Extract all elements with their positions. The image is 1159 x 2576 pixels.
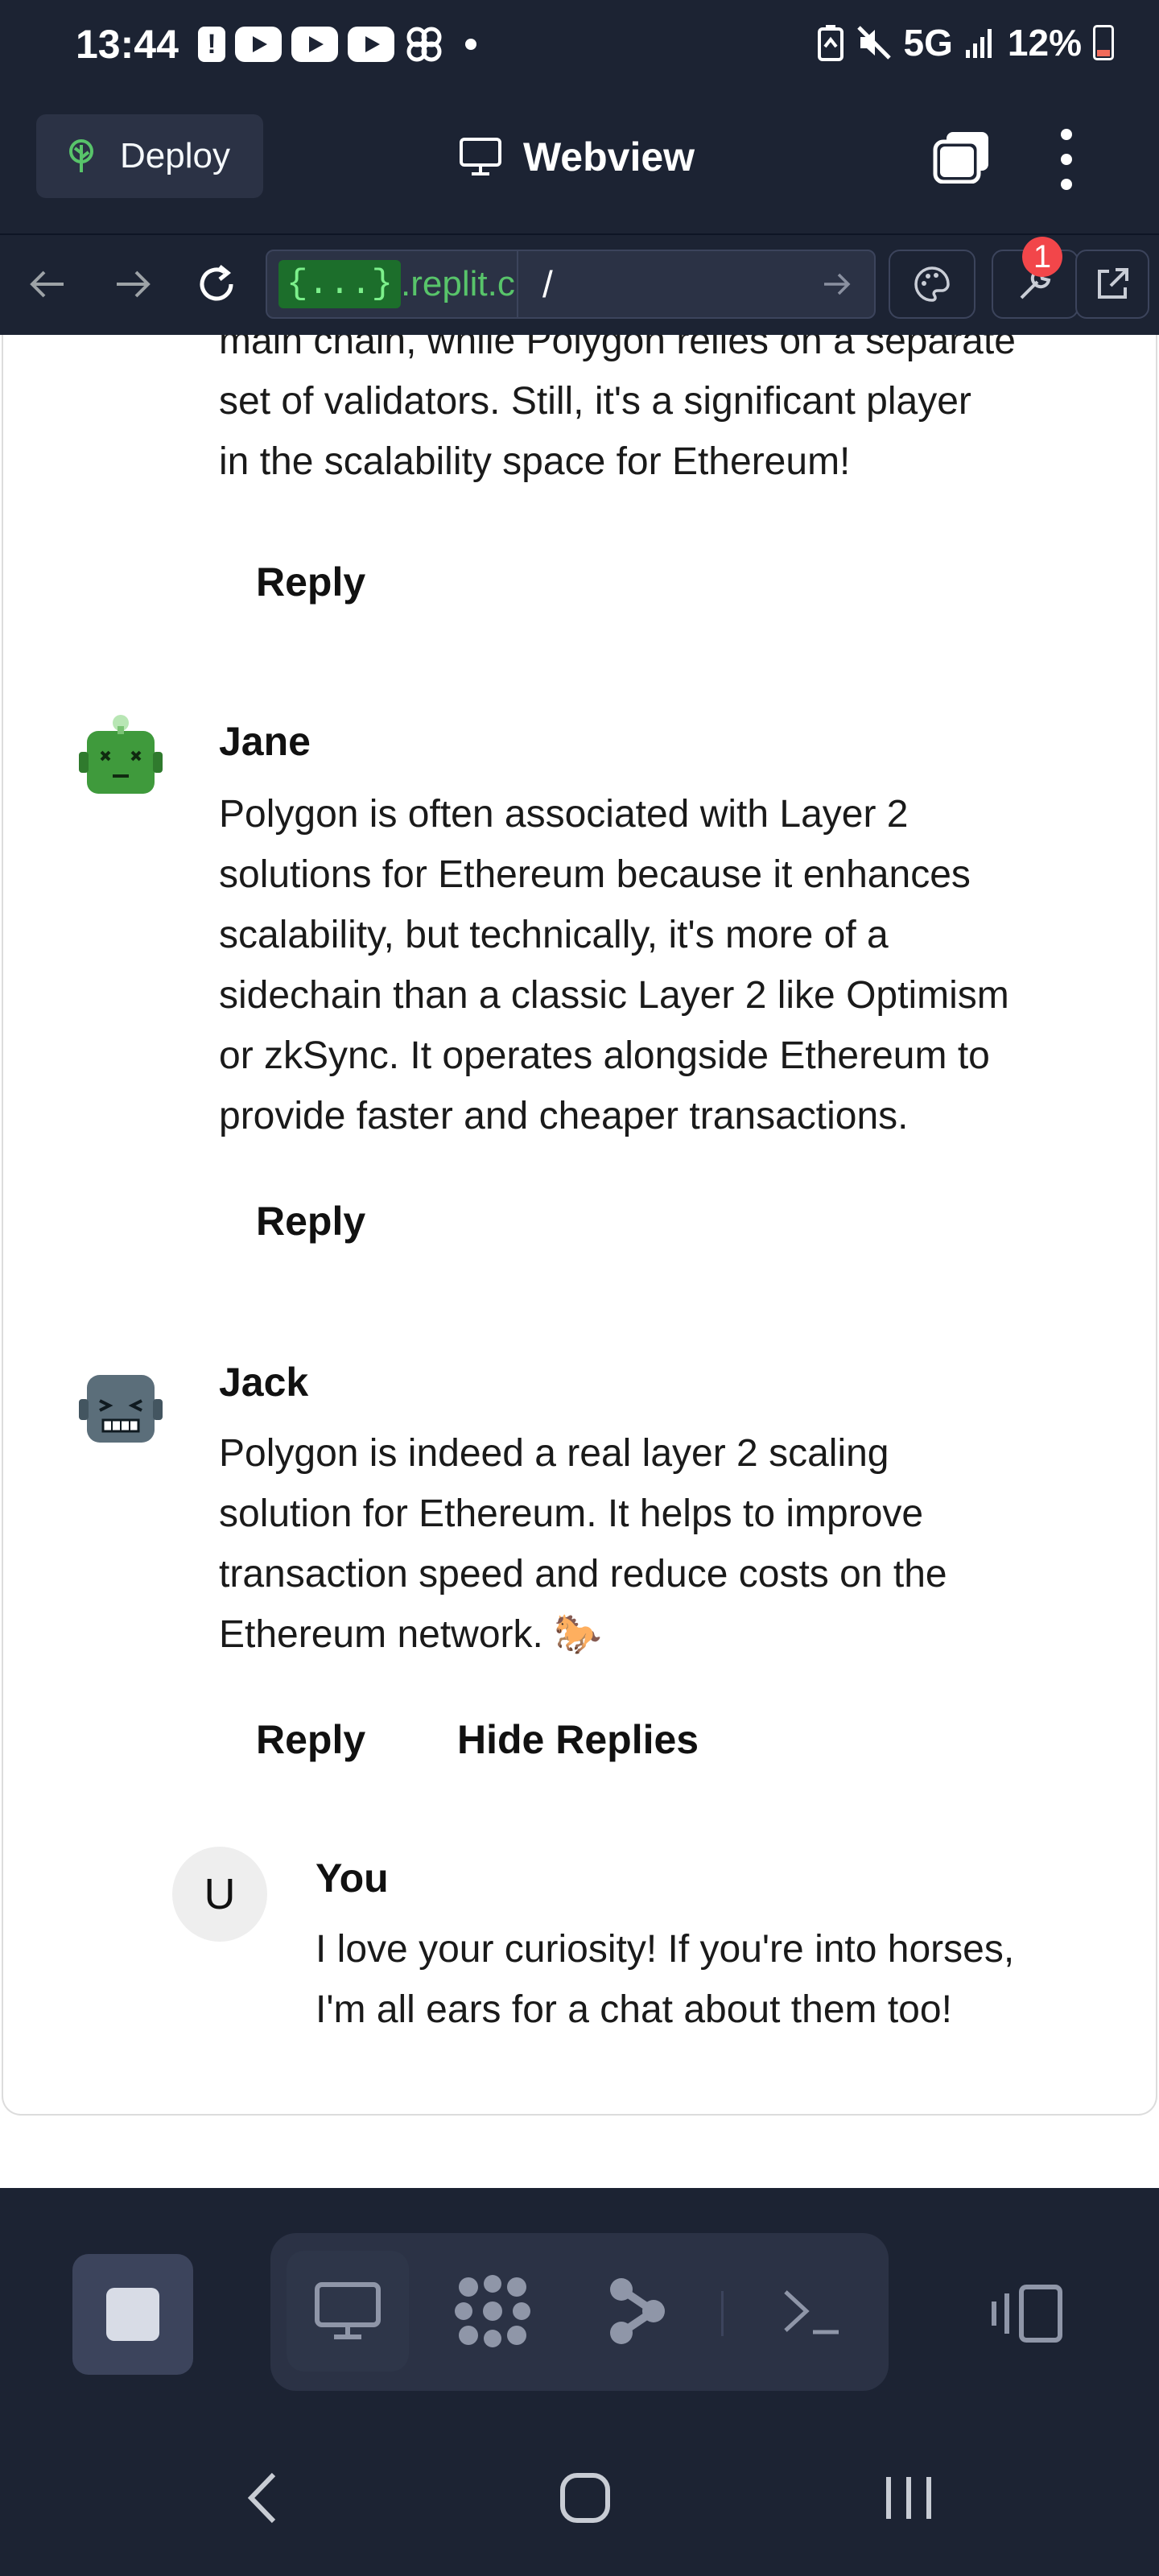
comment-line: sidechain than a classic Layer 2 like Op… — [219, 974, 1009, 1017]
url-domain: .replit.c — [401, 250, 519, 319]
deploy-button[interactable]: Deploy — [36, 114, 263, 198]
more-options-icon[interactable] — [1054, 129, 1079, 190]
comment-line: in the scalability space for Ethereum! — [219, 440, 851, 483]
webview-tool-tab[interactable] — [287, 2251, 409, 2372]
comment-line: main chain, while Polygon relies on a se… — [219, 335, 1016, 362]
reply-body: I love your curiosity! If you're into ho… — [316, 1919, 1128, 2040]
terminal-icon — [784, 2290, 839, 2334]
youtube-icon — [291, 27, 338, 62]
back-arrow-icon[interactable] — [21, 258, 74, 311]
branch-icon — [610, 2278, 665, 2344]
comment-author: Jack — [219, 1360, 309, 1405]
comment-text-fragment: main chain, while Polygon relies on a se… — [219, 335, 1120, 492]
comment-line: or zkSync. It operates alongside Ethereu… — [219, 1034, 990, 1077]
comment-line: set of validators. Still, it's a signifi… — [219, 380, 971, 423]
deploy-label: Deploy — [120, 136, 230, 175]
forward-arrow-icon[interactable] — [106, 258, 159, 311]
url-input[interactable]: {...} .replit.c / — [266, 250, 876, 319]
tool-switcher — [270, 2233, 889, 2391]
comment-line: I love your curiosity! If you're into ho… — [316, 1928, 1015, 1971]
reply-button[interactable]: Reply — [256, 559, 365, 605]
url-path: / — [542, 263, 553, 305]
nav-home-icon[interactable] — [549, 2462, 621, 2534]
comment-line: solution for Ethereum. It helps to impro… — [219, 1492, 924, 1535]
reply-button[interactable]: Reply — [256, 1198, 365, 1245]
alert-icon: ! — [198, 27, 225, 62]
signal-icon — [965, 29, 992, 58]
stop-icon — [106, 2288, 159, 2341]
devtools-badge: 1 — [1022, 237, 1062, 277]
jane-avatar — [79, 715, 163, 794]
comment-line: scalability, but technically, it's more … — [219, 914, 889, 956]
dot-icon — [465, 39, 476, 50]
dots-grid-icon — [455, 2275, 530, 2347]
workspace-toolbar — [0, 2188, 1159, 2420]
notification-icons: ! — [198, 24, 476, 64]
comment-line: provide faster and cheaper transactions. — [219, 1095, 909, 1137]
external-link-icon — [1098, 268, 1128, 299]
comment-line: Ethereum network. 🐎 — [219, 1613, 602, 1656]
webview-title-label: Webview — [523, 134, 695, 180]
status-bar: 13:44 ! 5G 12% — [0, 0, 1159, 95]
comment-line: Polygon is indeed a real layer 2 scaling — [219, 1432, 889, 1475]
webview-content: main chain, while Polygon relies on a se… — [0, 335, 1159, 2188]
system-status: 5G 12% — [817, 21, 1114, 64]
battery-percent: 12% — [1007, 22, 1082, 64]
mute-icon — [856, 26, 891, 60]
comment-line: transaction speed and reduce costs on th… — [219, 1553, 947, 1596]
app-header: Deploy Webview — [0, 95, 1159, 233]
url-domain-prefix: {...} — [278, 260, 402, 308]
devtools-button[interactable]: 1 — [992, 237, 1079, 319]
go-arrow-icon[interactable] — [821, 268, 853, 300]
comment-body: Polygon is indeed a real layer 2 scaling… — [219, 1423, 1120, 1665]
url-bar: {...} .replit.c / 1 — [0, 233, 1159, 335]
comment-author: Jane — [219, 719, 311, 764]
palette-button[interactable] — [889, 250, 975, 319]
packages-tool-tab[interactable] — [431, 2251, 554, 2372]
youtube-icon — [348, 27, 394, 62]
jack-avatar — [79, 1375, 163, 1443]
reply-button[interactable]: Reply — [256, 1716, 365, 1763]
hide-replies-button[interactable]: Hide Replies — [457, 1716, 699, 1763]
segment-divider — [721, 2291, 724, 2336]
nav-back-icon[interactable] — [225, 2462, 298, 2534]
shell-tool-tab[interactable] — [750, 2251, 872, 2372]
monitor-icon — [460, 138, 501, 175]
open-external-button[interactable] — [1075, 250, 1149, 319]
git-tool-tab[interactable] — [576, 2251, 699, 2372]
webview-title[interactable]: Webview — [459, 134, 695, 180]
side-panel-icon — [992, 2285, 1062, 2343]
comment-line: I'm all ears for a chat about them too! — [316, 1988, 952, 2031]
network-type: 5G — [903, 22, 953, 64]
reload-icon[interactable] — [190, 258, 243, 311]
tabs-icon[interactable] — [932, 130, 990, 184]
battery-icon — [1093, 25, 1114, 60]
nav-recents-icon[interactable] — [872, 2462, 945, 2534]
recycle-battery-icon — [817, 25, 843, 61]
reply-author: You — [316, 1856, 389, 1901]
stop-button[interactable] — [72, 2254, 193, 2375]
comment-line: Polygon is often associated with Layer 2 — [219, 793, 909, 836]
palette-icon — [914, 266, 950, 302]
comment-line: solutions for Ethereum because it enhanc… — [219, 853, 971, 896]
youtube-icon — [235, 27, 282, 62]
deploy-tree-icon — [69, 139, 93, 172]
monitor-icon — [315, 2282, 381, 2339]
pinwheel-icon — [406, 27, 442, 62]
status-time: 13:44 — [76, 22, 179, 67]
comments-card — [2, 335, 1157, 2116]
comment-body: Polygon is often associated with Layer 2… — [219, 784, 1120, 1146]
android-navigation-bar — [0, 2405, 1159, 2576]
panel-toggle-button[interactable] — [982, 2275, 1070, 2352]
user-avatar: U — [172, 1847, 267, 1942]
